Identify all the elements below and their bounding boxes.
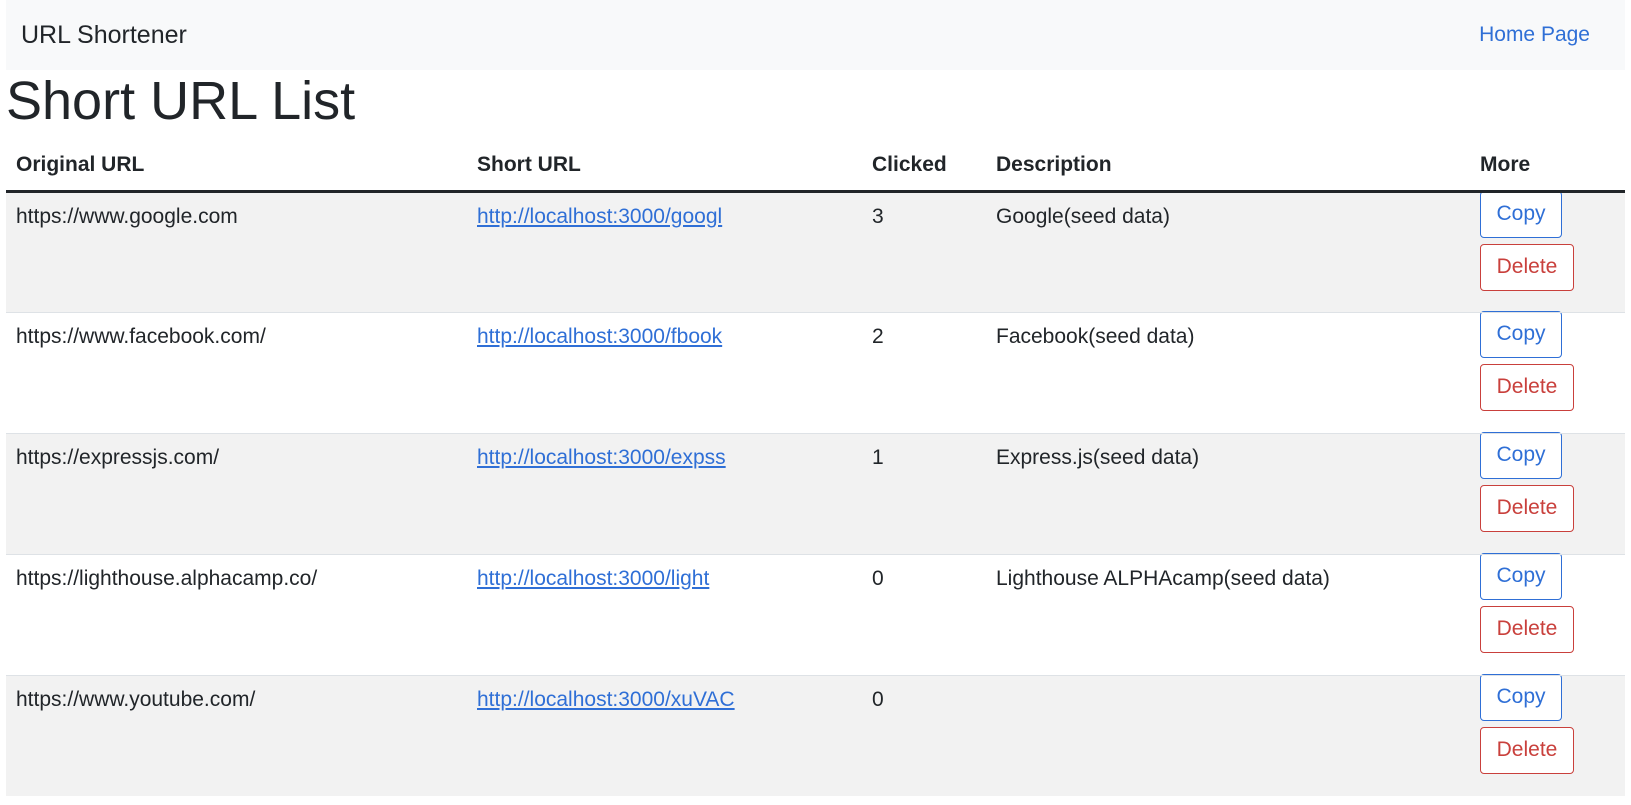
- copy-button[interactable]: Copy: [1480, 431, 1562, 479]
- short-url-link[interactable]: http://localhost:3000/xuVAC: [477, 688, 735, 711]
- original-url-cell: https://www.youtube.com/: [6, 674, 467, 796]
- copy-button[interactable]: Copy: [1480, 673, 1562, 721]
- clicked-count-cell: 2: [862, 311, 986, 433]
- header-original-url: Original URL: [6, 140, 467, 193]
- short-url-link[interactable]: http://localhost:3000/fbook: [477, 325, 722, 348]
- copy-button[interactable]: Copy: [1480, 552, 1562, 600]
- delete-button[interactable]: Delete: [1480, 243, 1574, 291]
- description-cell: [986, 674, 1470, 796]
- header-description: Description: [986, 140, 1470, 193]
- header-more: More: [1470, 140, 1625, 193]
- clicked-count-cell: 0: [862, 553, 986, 675]
- short-url-link[interactable]: http://localhost:3000/light: [477, 567, 709, 590]
- original-url-cell: https://www.google.com: [6, 190, 467, 312]
- more-actions-cell: Copy Delete: [1470, 310, 1625, 433]
- description-cell: Facebook(seed data): [986, 311, 1470, 433]
- short-url-cell: http://localhost:3000/googl: [467, 190, 862, 312]
- delete-button[interactable]: Delete: [1480, 363, 1574, 411]
- table-row: https://www.facebook.com/ http://localho…: [6, 310, 1625, 433]
- short-url-table: Original URL Short URL Clicked Descripti…: [6, 140, 1625, 796]
- clicked-count-cell: 3: [862, 190, 986, 312]
- description-cell: Express.js(seed data): [986, 432, 1470, 554]
- delete-button[interactable]: Delete: [1480, 484, 1574, 532]
- more-actions-cell: Copy Delete: [1470, 190, 1625, 312]
- delete-button[interactable]: Delete: [1480, 605, 1574, 653]
- more-actions-cell: Copy Delete: [1470, 552, 1625, 675]
- original-url-cell: https://lighthouse.alphacamp.co/: [6, 553, 467, 675]
- header-short-url: Short URL: [467, 140, 862, 193]
- table-row: https://www.google.com http://localhost:…: [6, 190, 1625, 312]
- copy-button[interactable]: Copy: [1480, 190, 1562, 238]
- short-url-cell: http://localhost:3000/fbook: [467, 311, 862, 433]
- table-row: https://www.youtube.com/ http://localhos…: [6, 673, 1625, 796]
- page-title: Short URL List: [6, 71, 356, 131]
- header-clicked: Clicked: [862, 140, 986, 193]
- short-url-link[interactable]: http://localhost:3000/expss: [477, 446, 726, 469]
- table-header-row: Original URL Short URL Clicked Descripti…: [6, 140, 1625, 193]
- navbar: URL Shortener Home Page: [6, 0, 1625, 70]
- table-row: https://expressjs.com/ http://localhost:…: [6, 431, 1625, 554]
- more-actions-cell: Copy Delete: [1470, 673, 1625, 796]
- delete-button[interactable]: Delete: [1480, 726, 1574, 774]
- original-url-cell: https://expressjs.com/: [6, 432, 467, 554]
- short-url-cell: http://localhost:3000/xuVAC: [467, 674, 862, 796]
- clicked-count-cell: 1: [862, 432, 986, 554]
- description-cell: Google(seed data): [986, 190, 1470, 312]
- description-cell: Lighthouse ALPHAcamp(seed data): [986, 553, 1470, 675]
- table-row: https://lighthouse.alphacamp.co/ http://…: [6, 552, 1625, 675]
- short-url-cell: http://localhost:3000/light: [467, 553, 862, 675]
- original-url-cell: https://www.facebook.com/: [6, 311, 467, 433]
- navbar-brand[interactable]: URL Shortener: [21, 21, 187, 50]
- more-actions-cell: Copy Delete: [1470, 431, 1625, 554]
- short-url-link[interactable]: http://localhost:3000/googl: [477, 205, 722, 228]
- short-url-cell: http://localhost:3000/expss: [467, 432, 862, 554]
- clicked-count-cell: 0: [862, 674, 986, 796]
- copy-button[interactable]: Copy: [1480, 310, 1562, 358]
- home-page-link[interactable]: Home Page: [1479, 23, 1590, 47]
